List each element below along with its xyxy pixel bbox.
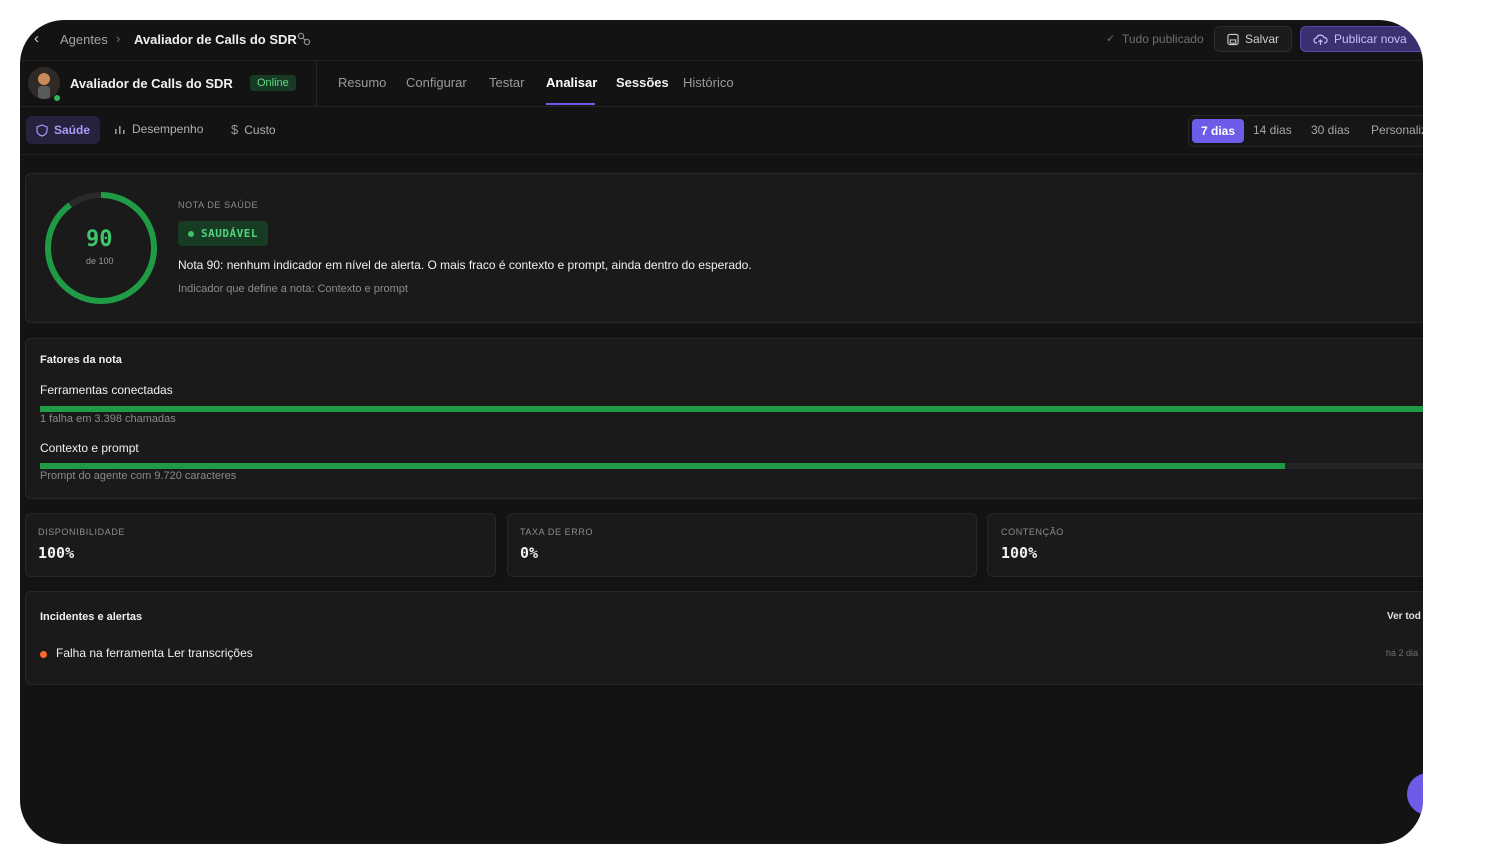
- range-custom[interactable]: Personaliz: [1371, 123, 1423, 137]
- publish-status: Tudo publicado: [1122, 32, 1204, 46]
- factor-name: Ferramentas conectadas: [40, 383, 173, 397]
- range-7-days[interactable]: 7 dias: [1192, 119, 1245, 143]
- health-summary: Nota 90: nenhum indicador em nível de al…: [178, 258, 752, 272]
- metric-value: 100%: [1001, 544, 1038, 562]
- tab-historico[interactable]: Histórico: [683, 75, 734, 90]
- publish-label: Publicar nova: [1334, 32, 1407, 46]
- subtab-desempenho[interactable]: Desempenho: [114, 122, 203, 136]
- factor-detail: Prompt do agente com 9.720 caracteres: [40, 470, 237, 482]
- breadcrumb-current: Avaliador de Calls do SDR: [134, 32, 297, 47]
- factors-title: Fatores da nota: [40, 354, 122, 366]
- breadcrumb-parent[interactable]: Agentes: [60, 32, 108, 47]
- header-divider: [316, 61, 317, 106]
- health-score: 90: [86, 227, 113, 252]
- see-all-link[interactable]: Ver tod: [1387, 611, 1421, 622]
- health-defining-factor: Indicador que define a nota: Contexto e …: [178, 283, 408, 295]
- health-score-scale: de 100: [86, 256, 114, 266]
- subtab-saude-label: Saúde: [54, 123, 91, 137]
- back-icon[interactable]: ‹: [34, 30, 39, 47]
- subtab-custo-label: Custo: [244, 122, 276, 137]
- sub-nav: Saúde Desempenho $ Custo 7 dias 14 dias …: [20, 107, 1423, 155]
- range-selector: 7 dias 14 dias 30 dias Personaliz: [1188, 115, 1423, 147]
- tab-resumo[interactable]: Resumo: [338, 75, 386, 90]
- save-icon: [1227, 33, 1239, 45]
- bar-chart-icon: [115, 126, 125, 134]
- status-dot-icon: [188, 230, 194, 237]
- app-window: ‹ Agentes › Avaliador de Calls do SDR ✓ …: [20, 20, 1423, 844]
- incidents-card: Incidentes e alertas Ver tod Falha na fe…: [25, 591, 1423, 685]
- subtab-saude[interactable]: Saúde: [26, 116, 100, 144]
- range-30-days[interactable]: 30 dias: [1311, 123, 1350, 137]
- dollar-icon: $: [231, 122, 239, 137]
- subtab-desempenho-label: Desempenho: [132, 122, 204, 136]
- tab-testar[interactable]: Testar: [489, 75, 524, 90]
- factor-bar-track: [40, 463, 1423, 469]
- tab-analisar[interactable]: Analisar: [546, 75, 597, 90]
- tab-sessoes[interactable]: Sessões: [616, 75, 669, 90]
- check-icon: ✓: [1106, 33, 1116, 45]
- health-section-label: NOTA DE SAÚDE: [178, 200, 259, 210]
- health-score-card: 90 de 100 NOTA DE SAÚDE SAUDÁVEL Nota 90…: [25, 173, 1423, 323]
- health-status-text: SAUDÁVEL: [201, 227, 258, 240]
- health-status-badge: SAUDÁVEL: [178, 221, 268, 246]
- subtab-custo[interactable]: $ Custo: [231, 122, 276, 137]
- metric-card-containment: CONTENÇÃO 100%: [987, 513, 1423, 577]
- metric-value: 0%: [520, 544, 539, 562]
- list-item[interactable]: Falha na ferramenta Ler transcrições há …: [40, 646, 1423, 664]
- factor-name: Contexto e prompt: [40, 441, 139, 455]
- metric-label: CONTENÇÃO: [1001, 527, 1064, 537]
- range-14-days[interactable]: 14 dias: [1253, 123, 1292, 137]
- factor-bar-fill: [40, 463, 1285, 469]
- online-dot: [53, 94, 61, 102]
- metric-card-availability: DISPONIBILIDADE 100%: [25, 513, 496, 577]
- cloud-upload-icon: [1313, 34, 1328, 45]
- metric-label: DISPONIBILIDADE: [38, 527, 126, 537]
- metric-label: TAXA DE ERRO: [520, 527, 594, 537]
- alert-dot-icon: [40, 651, 47, 658]
- agent-header: Avaliador de Calls do SDR Online Resumo …: [20, 61, 1423, 107]
- metric-card-error-rate: TAXA DE ERRO 0%: [507, 513, 977, 577]
- factor-bar-track: [40, 406, 1423, 412]
- status-badge: Online: [250, 75, 296, 91]
- publish-button[interactable]: Publicar nova: [1300, 26, 1423, 52]
- incidents-title: Incidentes e alertas: [40, 611, 143, 623]
- chat-fab-button[interactable]: [1407, 773, 1423, 815]
- shield-icon: [36, 123, 48, 137]
- factor-detail: 1 falha em 3.398 chamadas: [40, 413, 176, 425]
- save-button[interactable]: Salvar: [1214, 26, 1292, 52]
- agent-name: Avaliador de Calls do SDR: [70, 76, 233, 91]
- active-tab-indicator: [546, 103, 595, 105]
- score-factors-card: Fatores da nota Ferramentas conectadas 1…: [25, 338, 1423, 499]
- metric-value: 100%: [38, 544, 75, 562]
- incident-time: há 2 dia: [1386, 648, 1419, 658]
- tab-configurar[interactable]: Configurar: [406, 75, 467, 90]
- save-label: Salvar: [1244, 32, 1279, 46]
- chevron-right-icon: ›: [116, 31, 121, 46]
- link-icon[interactable]: [297, 32, 311, 46]
- top-bar: ‹ Agentes › Avaliador de Calls do SDR ✓ …: [20, 20, 1423, 61]
- incident-text: Falha na ferramenta Ler transcrições: [56, 646, 253, 660]
- factor-bar-fill: [40, 406, 1423, 412]
